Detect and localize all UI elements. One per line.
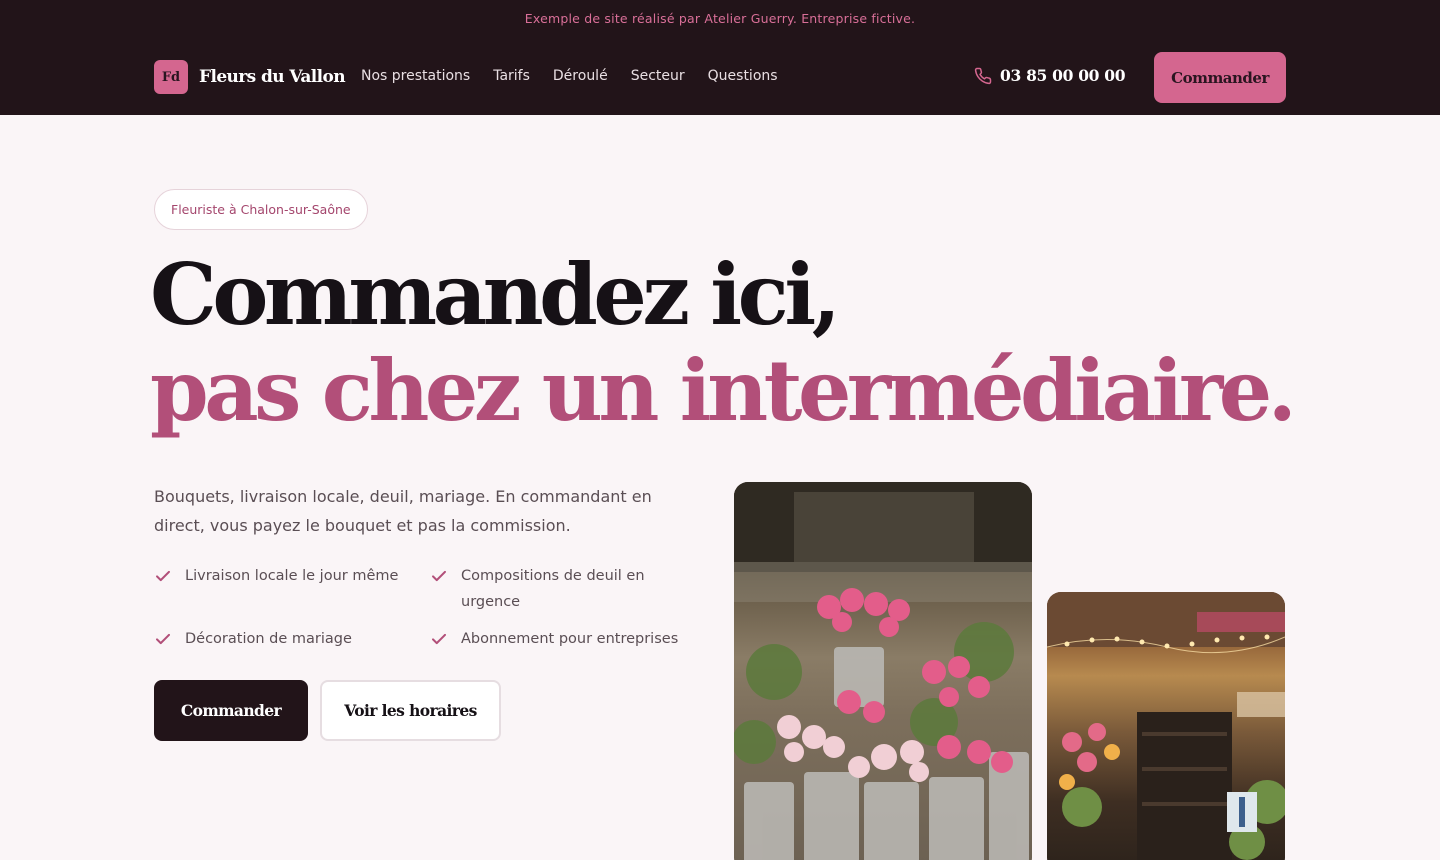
phone-number: 03 85 00 00 00 <box>1000 66 1126 85</box>
headline-line-2: pas chez un intermédiaire. <box>150 341 1297 440</box>
feature-text: Compositions de deuil en urgence <box>461 568 645 610</box>
flower-shop-interior-photo <box>1047 592 1285 860</box>
check-icon <box>156 633 170 645</box>
feature-item: Décoration de mariage <box>154 626 424 652</box>
headline-line-1: Commandez ici, <box>150 245 841 344</box>
feature-item: Abonnement pour entreprises <box>430 626 694 652</box>
order-button[interactable]: Commander <box>154 680 308 741</box>
flower-buckets-photo <box>734 482 1032 860</box>
feature-text: Livraison locale le jour même <box>185 568 399 584</box>
main-nav: Nos prestations Tarifs Déroulé Secteur Q… <box>361 68 801 84</box>
feature-text: Décoration de mariage <box>185 631 352 647</box>
nav-link-questions[interactable]: Questions <box>708 68 778 84</box>
check-icon <box>156 570 170 582</box>
brand-mark: Fd <box>154 60 188 94</box>
check-icon <box>432 633 446 645</box>
hero-lead: Bouquets, livraison locale, deuil, maria… <box>154 487 652 535</box>
header-order-button[interactable]: Commander <box>1154 52 1286 103</box>
demo-notice: Exemple de site réalisé par Atelier Guer… <box>524 11 916 26</box>
feature-item: Compositions de deuil en urgence <box>430 563 670 615</box>
opening-hours-button[interactable]: Voir les horaires <box>320 680 501 741</box>
site-header: Exemple de site réalisé par Atelier Guer… <box>0 0 1440 115</box>
phone-link[interactable]: 03 85 00 00 00 <box>974 66 1126 85</box>
nav-link-tarifs[interactable]: Tarifs <box>493 68 530 84</box>
feature-text: Abonnement pour entreprises <box>461 631 679 647</box>
location-badge: Fleuriste à Chalon-sur-Saône <box>154 189 368 230</box>
feature-item: Livraison locale le jour même <box>154 563 424 589</box>
check-icon <box>432 570 446 582</box>
brand-logo[interactable]: Fd Fleurs du Vallon <box>154 60 346 94</box>
phone-icon <box>974 67 992 84</box>
nav-link-deroule[interactable]: Déroulé <box>553 68 608 84</box>
nav-link-prestations[interactable]: Nos prestations <box>361 68 470 84</box>
brand-name: Fleurs du Vallon <box>199 67 346 87</box>
nav-link-secteur[interactable]: Secteur <box>631 68 685 84</box>
hero-headline: Commandez ici, pas chez un intermédiaire… <box>150 245 1297 440</box>
